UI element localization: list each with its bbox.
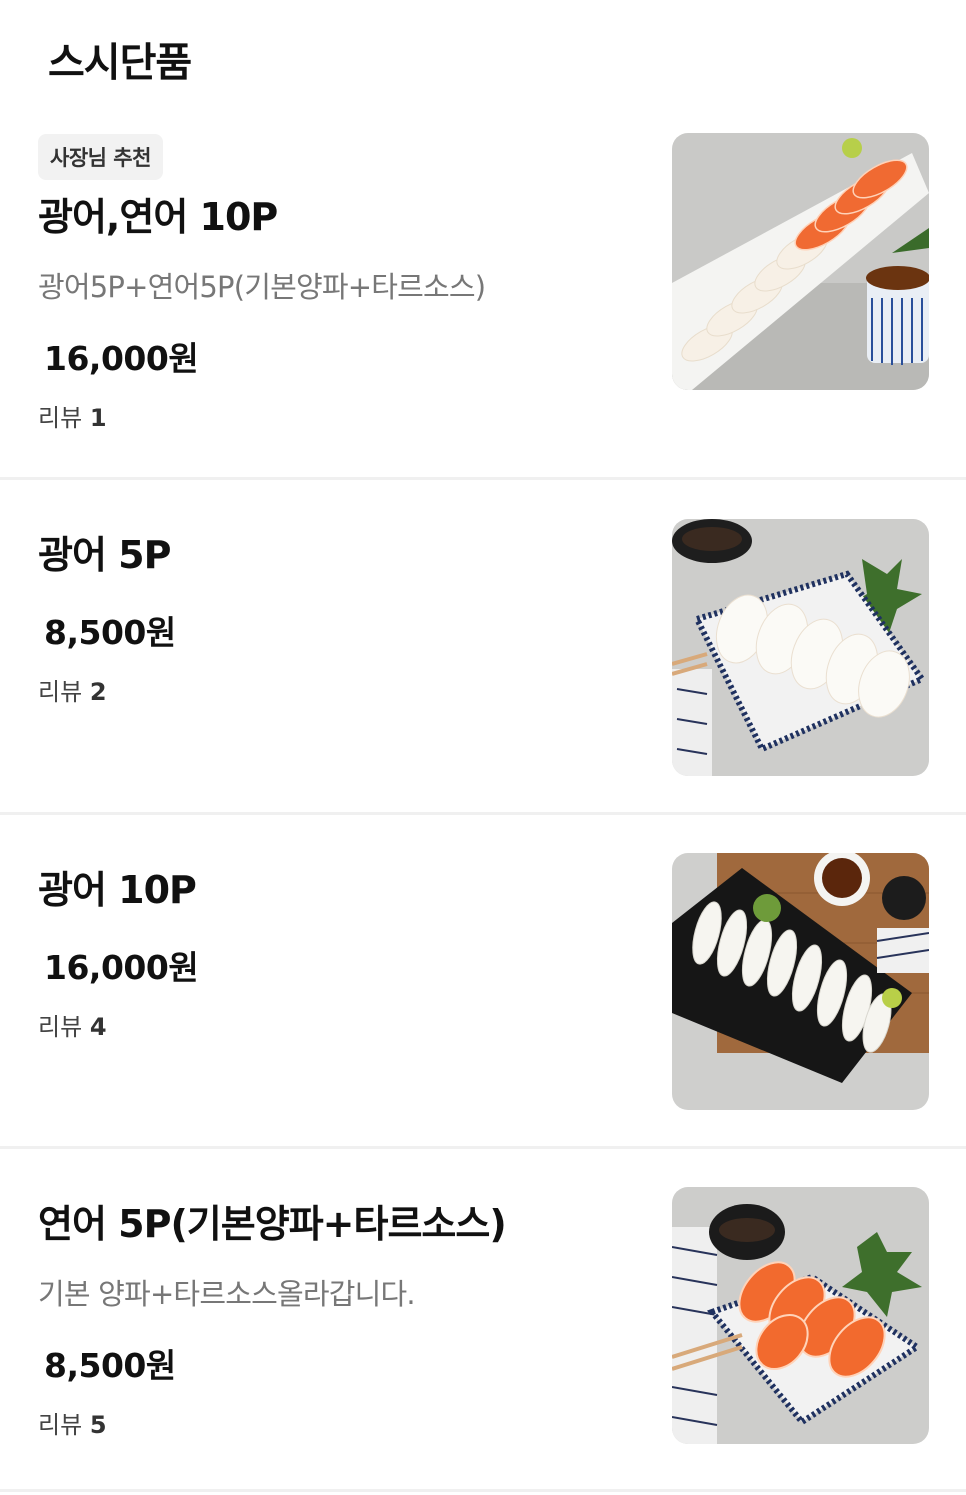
menu-item-review: 리뷰 1 [38, 398, 646, 433]
menu-item[interactable]: 연어 5P(기본양파+타르소스) 기본 양파+타르소스올라갑니다. 8,500원… [0, 1149, 966, 1492]
menu-item[interactable]: 사장님 추천 광어,연어 10P 광어5P+연어5P(기본양파+타르소스) 16… [0, 110, 966, 480]
recommend-badge: 사장님 추천 [38, 134, 163, 180]
menu-item[interactable]: 광어 5P 8,500원 리뷰 2 [0, 480, 966, 815]
review-label: 리뷰 [38, 1012, 83, 1041]
sushi-board-image [672, 853, 929, 1110]
menu-item-name: 광어 10P [38, 868, 197, 912]
flatfish-sushi-photo[interactable] [672, 519, 929, 776]
review-count: 1 [89, 403, 107, 432]
flatfish-sushi-board-photo[interactable] [672, 853, 929, 1110]
menu-item-description: 광어5P+연어5P(기본양파+타르소스) [38, 269, 486, 304]
menu-item-price: 8,500원 [44, 1345, 176, 1385]
review-count: 2 [89, 677, 107, 706]
review-count: 4 [89, 1012, 107, 1041]
menu-item-name: 연어 5P(기본양파+타르소스) [38, 1202, 507, 1246]
menu-item-info: 사장님 추천 광어,연어 10P 광어5P+연어5P(기본양파+타르소스) 16… [38, 134, 646, 433]
menu-item-review: 리뷰 4 [38, 1007, 646, 1042]
salmon-sushi-photo[interactable] [672, 1187, 929, 1444]
review-label: 리뷰 [38, 1410, 83, 1439]
menu-item[interactable]: 광어 10P 16,000원 리뷰 4 [0, 815, 966, 1149]
menu-item-review: 리뷰 5 [38, 1405, 646, 1440]
review-label: 리뷰 [38, 403, 83, 432]
sushi-plate-image [672, 1187, 929, 1444]
menu-item-price: 8,500원 [44, 612, 176, 652]
menu-item-description: 기본 양파+타르소스올라갑니다. [38, 1276, 416, 1311]
menu-item-info: 광어 10P 16,000원 리뷰 4 [38, 867, 646, 1042]
review-count: 5 [89, 1410, 107, 1439]
menu-item-info: 연어 5P(기본양파+타르소스) 기본 양파+타르소스올라갑니다. 8,500원… [38, 1201, 646, 1440]
sushi-plate-image [672, 519, 929, 776]
menu-item-info: 광어 5P 8,500원 리뷰 2 [38, 532, 646, 707]
flatfish-salmon-sushi-photo[interactable] [672, 133, 929, 390]
review-label: 리뷰 [38, 677, 83, 706]
menu-item-name: 광어 5P [38, 533, 171, 577]
menu-item-price: 16,000원 [44, 947, 199, 987]
menu-page: 스시단품 사장님 추천 광어,연어 10P 광어5P+연어5P(기본양파+타르소… [0, 0, 966, 1495]
section-title: 스시단품 [48, 40, 192, 86]
menu-item-name: 광어,연어 10P [38, 195, 278, 239]
menu-item-review: 리뷰 2 [38, 672, 646, 707]
menu-list: 사장님 추천 광어,연어 10P 광어5P+연어5P(기본양파+타르소스) 16… [0, 110, 966, 1492]
sushi-plate-image [672, 133, 929, 390]
menu-item-price: 16,000원 [44, 338, 199, 378]
